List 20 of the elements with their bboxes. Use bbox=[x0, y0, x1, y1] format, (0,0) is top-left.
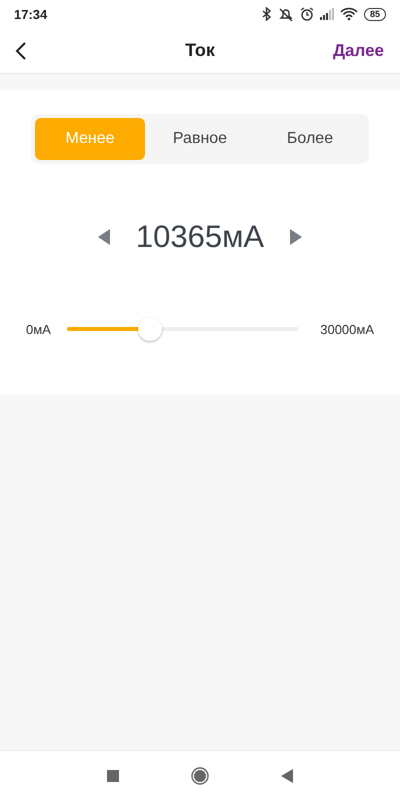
alarm-icon bbox=[300, 7, 314, 21]
slider-thumb[interactable] bbox=[138, 317, 162, 341]
max-label: 30000мА bbox=[320, 322, 374, 336]
current-value: 10365мА bbox=[136, 219, 264, 255]
wifi-icon bbox=[340, 7, 358, 21]
decrease-button[interactable] bbox=[98, 229, 110, 245]
increase-button[interactable] bbox=[290, 229, 302, 245]
next-button[interactable]: Далее bbox=[332, 40, 384, 60]
min-label: 0мА bbox=[26, 322, 51, 336]
segment-tab[interactable]: Равное bbox=[145, 118, 255, 160]
page-title: Ток bbox=[185, 40, 215, 60]
signal-icon bbox=[320, 8, 334, 20]
segment-tab[interactable]: Более bbox=[255, 118, 365, 160]
back-button[interactable] bbox=[14, 40, 28, 60]
back-nav-button[interactable] bbox=[281, 768, 293, 782]
recents-button[interactable] bbox=[107, 770, 119, 782]
battery-level: 85 bbox=[364, 8, 386, 20]
home-button[interactable] bbox=[191, 766, 209, 784]
bell-off-icon bbox=[278, 7, 294, 21]
status-time: 17:34 bbox=[14, 6, 48, 22]
